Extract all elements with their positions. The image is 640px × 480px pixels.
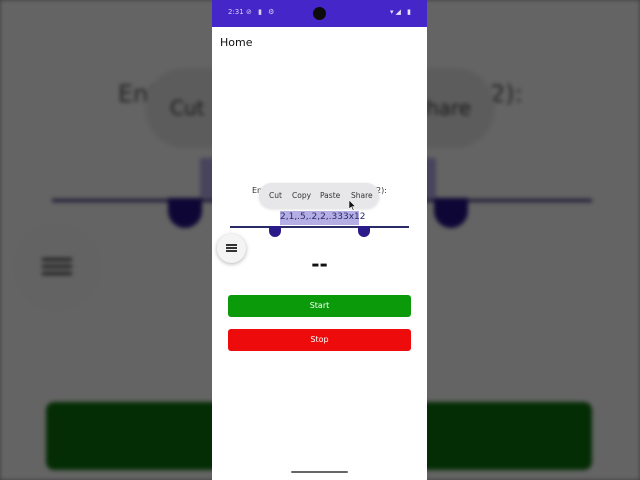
input-underline bbox=[230, 226, 409, 228]
selection-handle-end[interactable] bbox=[358, 226, 370, 237]
paste-menu-item[interactable]: Paste bbox=[320, 191, 340, 200]
phone-screen: 2:31 ⊘ ▮ ⚙ ▾◢ ▮ Home En 2): Cut Copy Pas… bbox=[212, 0, 427, 480]
mouse-pointer-icon bbox=[349, 200, 357, 211]
share-menu-item[interactable]: Share bbox=[351, 191, 373, 200]
hamburger-icon bbox=[226, 244, 237, 246]
page-title: Home bbox=[220, 36, 253, 49]
status-system-icons: ▾◢ ▮ bbox=[390, 8, 413, 16]
cut-menu-item[interactable]: Cut bbox=[269, 191, 282, 200]
selection-handle-start[interactable] bbox=[269, 226, 281, 237]
sequence-input[interactable]: 2,1,.5,.2,2,.333x12 bbox=[280, 212, 365, 222]
status-notification-icons: ⊘ ▮ ⚙ bbox=[246, 8, 277, 16]
status-time: 2:31 bbox=[228, 8, 244, 16]
stop-button[interactable]: Stop bbox=[228, 329, 411, 351]
text-context-menu: Cut Copy Paste Share bbox=[259, 183, 379, 208]
gesture-home-bar[interactable] bbox=[291, 471, 348, 473]
start-button[interactable]: Start bbox=[228, 295, 411, 317]
status-bar: 2:31 ⊘ ▮ ⚙ ▾◢ ▮ bbox=[212, 0, 427, 27]
timer-display: -- bbox=[311, 252, 328, 276]
copy-menu-item[interactable]: Copy bbox=[292, 191, 311, 200]
camera-cutout bbox=[313, 7, 326, 20]
